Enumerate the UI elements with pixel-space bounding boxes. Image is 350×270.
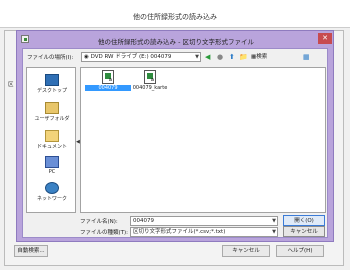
place-network[interactable]: ネットワーク (27, 180, 77, 208)
chevron-down-icon: ▼ (272, 218, 276, 224)
pc-icon (45, 156, 59, 168)
forward-icon[interactable]: ● (217, 52, 223, 62)
place-desktop[interactable]: デスクトップ (27, 72, 77, 100)
location-combo[interactable]: ◉ DVD RW ドライブ (E:) 004079 ▼ (81, 52, 201, 62)
outer-side-label: 区 (8, 82, 14, 88)
view-menu-icon[interactable]: ▦ (303, 52, 310, 62)
place-label: PC (48, 169, 56, 175)
dialog-content: ファイルの場所(I): ◉ DVD RW ドライブ (E:) 004079 ▼ … (22, 48, 328, 238)
csv-file-icon (102, 70, 114, 84)
search-label: 検索 (256, 54, 268, 60)
filename-label: ファイル名(N): (80, 219, 118, 225)
file-list: 004079 004079_karte (80, 67, 326, 213)
up-folder-icon[interactable]: ⬆ (229, 52, 235, 62)
filename-input[interactable]: 004079 ▼ (130, 216, 278, 226)
places-bar: デスクトップ ユーザフォルダ ドキュメント PC ネットワーク (26, 67, 76, 213)
open-button[interactable]: 開く(O) (283, 215, 325, 226)
csv-file-icon (144, 70, 156, 84)
outer-window-title: 他の住所録形式の読み込み (133, 13, 217, 21)
filename-value: 004079 (133, 218, 154, 224)
location-label: ファイルの場所(I): (27, 55, 74, 61)
dialog-title: 他の住所録形式の読み込み - 区切り文字形式ファイル (98, 38, 254, 46)
place-label: ドキュメント (36, 144, 67, 150)
documents-icon (45, 130, 59, 142)
dialog-title-bar: 他の住所録形式の読み込み - 区切り文字形式ファイル ✕ (17, 31, 335, 47)
desktop-icon (45, 74, 59, 86)
auto-search-button[interactable]: 自動検索... (14, 245, 48, 257)
back-icon[interactable]: ◀ (205, 52, 210, 62)
cancel-button[interactable]: キャンセル (283, 226, 325, 237)
file-item[interactable]: 004079 (85, 70, 131, 91)
place-label: ネットワーク (36, 196, 67, 202)
user-folder-icon (45, 102, 59, 114)
close-button[interactable]: ✕ (318, 33, 332, 44)
network-icon (45, 182, 59, 194)
outer-title-bar: 他の住所録形式の読み込み (0, 0, 350, 28)
filetype-value: 区切り文字形式ファイル(*.csv;*.txt) (133, 229, 226, 235)
file-name: 004079_karte (132, 85, 168, 91)
place-label: デスクトップ (36, 88, 67, 94)
file-open-dialog: 他の住所録形式の読み込み - 区切り文字形式ファイル ✕ ファイルの場所(I):… (16, 30, 334, 242)
outer-help-button[interactable]: ヘルプ(H) (276, 245, 324, 257)
place-documents[interactable]: ドキュメント (27, 128, 77, 156)
outer-cancel-button[interactable]: キャンセル (222, 245, 270, 257)
file-name: 004079 (85, 85, 131, 91)
place-user-folder[interactable]: ユーザフォルダ (27, 100, 77, 128)
chevron-down-icon: ▼ (272, 229, 276, 235)
new-folder-icon[interactable]: 📁 (239, 52, 248, 62)
filetype-label: ファイルの種類(T): (80, 230, 129, 236)
location-value: DVD RW ドライブ (E:) 004079 (90, 54, 172, 60)
place-label: ユーザフォルダ (34, 116, 70, 122)
place-pc[interactable]: PC (27, 154, 77, 182)
chevron-down-icon: ▼ (195, 54, 199, 60)
filetype-select[interactable]: 区切り文字形式ファイル(*.csv;*.txt) ▼ (130, 227, 278, 237)
file-item[interactable]: 004079_karte (127, 70, 173, 91)
search-button[interactable]: ▦検索 (251, 52, 267, 62)
